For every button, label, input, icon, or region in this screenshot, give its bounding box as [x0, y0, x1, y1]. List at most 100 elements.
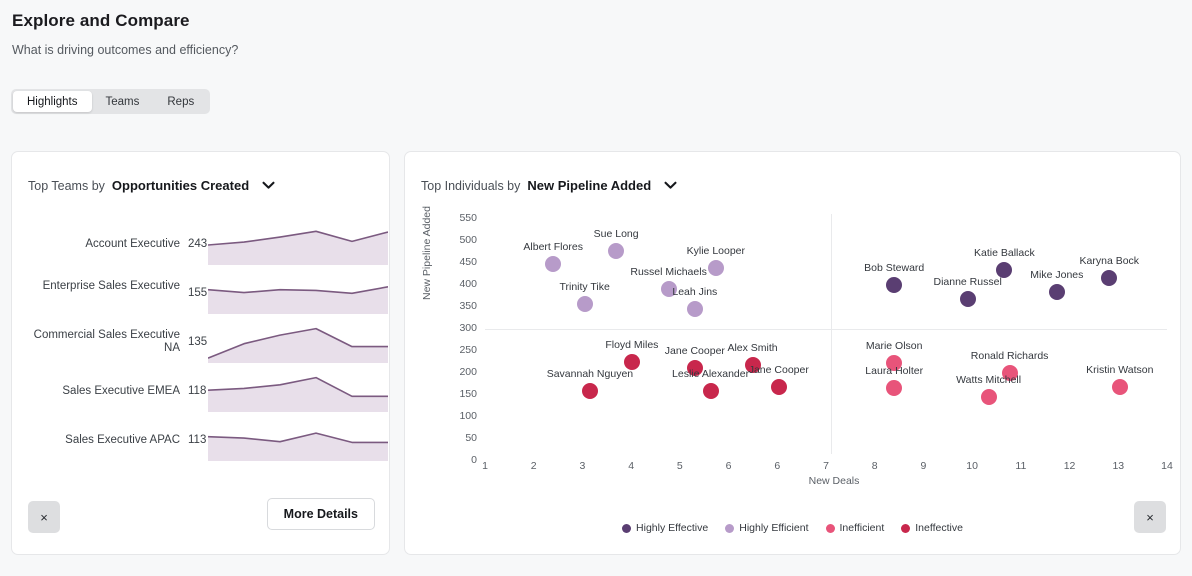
scatter-point[interactable] — [577, 296, 593, 312]
x-axis-tick: 12 — [1058, 460, 1082, 472]
y-axis-tick: 100 — [441, 410, 477, 422]
team-row[interactable]: Commercial Sales Executive NA135 — [12, 317, 391, 366]
scatter-point-label: Dianne Russel — [898, 276, 1038, 288]
scatter-point-label: Russel Michaels — [599, 266, 739, 278]
page-subtitle: What is driving outcomes and efficiency? — [12, 43, 238, 57]
x-axis-tick: 7 — [814, 460, 838, 472]
team-sparkline — [208, 223, 388, 265]
tab-teams[interactable]: Teams — [92, 91, 154, 112]
legend-color-dot — [826, 524, 835, 533]
x-axis-tick: 13 — [1106, 460, 1130, 472]
scatter-point[interactable] — [1112, 379, 1128, 395]
team-sparkline — [208, 321, 388, 363]
legend-label: Inefficient — [840, 522, 885, 534]
quadrant-divider-vertical — [831, 214, 832, 454]
y-axis-tick: 350 — [441, 300, 477, 312]
scatter-plot: New Pipeline Added 050100150200250300350… — [405, 152, 1182, 556]
scatter-point[interactable] — [886, 380, 902, 396]
team-sparkline — [208, 419, 388, 461]
team-sparkline — [208, 370, 388, 412]
legend-item[interactable]: Highly Effective — [622, 522, 708, 534]
scatter-point-label: Sue Long — [546, 228, 686, 240]
x-axis-tick: 10 — [960, 460, 984, 472]
top-teams-metric: Opportunities Created — [112, 178, 249, 193]
scatter-point-label: Savannah Nguyen — [520, 368, 660, 380]
scatter-point-label: Bob Steward — [824, 262, 964, 274]
x-axis-tick: 1 — [473, 460, 497, 472]
team-sparkline — [208, 272, 388, 314]
legend-color-dot — [622, 524, 631, 533]
team-name: Account Executive — [32, 238, 180, 251]
y-axis-tick: 150 — [441, 388, 477, 400]
scatter-point[interactable] — [981, 389, 997, 405]
scatter-point[interactable] — [582, 383, 598, 399]
team-name: Sales Executive APAC — [32, 434, 180, 447]
chevron-down-icon[interactable] — [262, 181, 275, 190]
legend-item[interactable]: Highly Efficient — [725, 522, 808, 534]
x-axis-tick: 2 — [522, 460, 546, 472]
scatter-point[interactable] — [1049, 284, 1065, 300]
x-axis-tick: 4 — [619, 460, 643, 472]
team-name: Commercial Sales Executive NA — [32, 329, 180, 355]
scatter-point-label: Karyna Bock — [1039, 255, 1179, 267]
scatter-point[interactable] — [703, 383, 719, 399]
top-individuals-card: Top Individuals by New Pipeline Added Ne… — [404, 151, 1181, 555]
scatter-point-label: Watts Mitchell — [919, 374, 1059, 386]
y-axis-label: New Pipeline Added — [421, 206, 433, 300]
scatter-point-label: Kylie Looper — [646, 245, 786, 257]
team-row[interactable]: Sales Executive APAC113 — [12, 415, 391, 464]
x-axis-tick: 9 — [911, 460, 935, 472]
top-teams-card: Top Teams by Opportunities Created Accou… — [11, 151, 390, 555]
explore-and-compare-page: Explore and Compare What is driving outc… — [0, 0, 1192, 576]
scatter-point-label: Alex Smith — [683, 342, 823, 354]
scatter-point-label: Albert Flores — [483, 241, 623, 253]
top-teams-header: Top Teams by Opportunities Created — [28, 178, 275, 193]
quadrant-divider-horizontal — [485, 329, 1167, 330]
y-axis-tick: 250 — [441, 344, 477, 356]
scatter-point[interactable] — [687, 301, 703, 317]
scatter-point[interactable] — [545, 256, 561, 272]
x-axis-tick: 6 — [765, 460, 789, 472]
team-name: Enterprise Sales Executive — [32, 280, 180, 293]
legend-label: Ineffective — [915, 522, 963, 534]
y-axis-tick: 550 — [441, 212, 477, 224]
y-axis-tick: 500 — [441, 234, 477, 246]
team-row[interactable]: Account Executive243 — [12, 219, 391, 268]
view-tabs: HighlightsTeamsReps — [11, 89, 210, 114]
legend-label: Highly Efficient — [739, 522, 808, 534]
y-axis-tick: 300 — [441, 322, 477, 334]
tab-highlights[interactable]: Highlights — [13, 91, 92, 112]
x-axis-tick: 11 — [1009, 460, 1033, 472]
x-axis-tick: 8 — [863, 460, 887, 472]
scatter-point-label: Ronald Richards — [940, 350, 1080, 362]
legend-item[interactable]: Inefficient — [826, 522, 885, 534]
close-icon[interactable]: × — [28, 501, 60, 533]
scatter-point[interactable] — [771, 379, 787, 395]
scatter-point-label: Leah Jins — [625, 286, 765, 298]
scatter-point[interactable] — [608, 243, 624, 259]
page-title: Explore and Compare — [12, 11, 190, 31]
more-details-button[interactable]: More Details — [267, 498, 375, 530]
legend-color-dot — [725, 524, 734, 533]
top-teams-prefix: Top Teams by — [28, 179, 105, 193]
scatter-point-label: Kristin Watson — [1050, 364, 1190, 376]
x-axis-tick: 5 — [668, 460, 692, 472]
x-axis-tick: 3 — [570, 460, 594, 472]
team-name: Sales Executive EMEA — [32, 385, 180, 398]
team-row[interactable]: Enterprise Sales Executive155 — [12, 268, 391, 317]
legend-item[interactable]: Ineffective — [901, 522, 963, 534]
y-axis-tick: 450 — [441, 256, 477, 268]
scatter-legend: Highly Effective Highly Efficient Ineffici… — [405, 522, 1180, 534]
team-row[interactable]: Sales Executive EMEA118 — [12, 366, 391, 415]
close-icon[interactable]: × — [1134, 501, 1166, 533]
y-axis-tick: 0 — [441, 454, 477, 466]
tab-reps[interactable]: Reps — [153, 91, 208, 112]
legend-color-dot — [901, 524, 910, 533]
y-axis-tick: 400 — [441, 278, 477, 290]
y-axis-tick: 200 — [441, 366, 477, 378]
x-axis-label: New Deals — [774, 475, 894, 487]
scatter-point[interactable] — [960, 291, 976, 307]
y-axis-tick: 50 — [441, 432, 477, 444]
x-axis-tick: 14 — [1155, 460, 1179, 472]
x-axis-tick: 6 — [717, 460, 741, 472]
